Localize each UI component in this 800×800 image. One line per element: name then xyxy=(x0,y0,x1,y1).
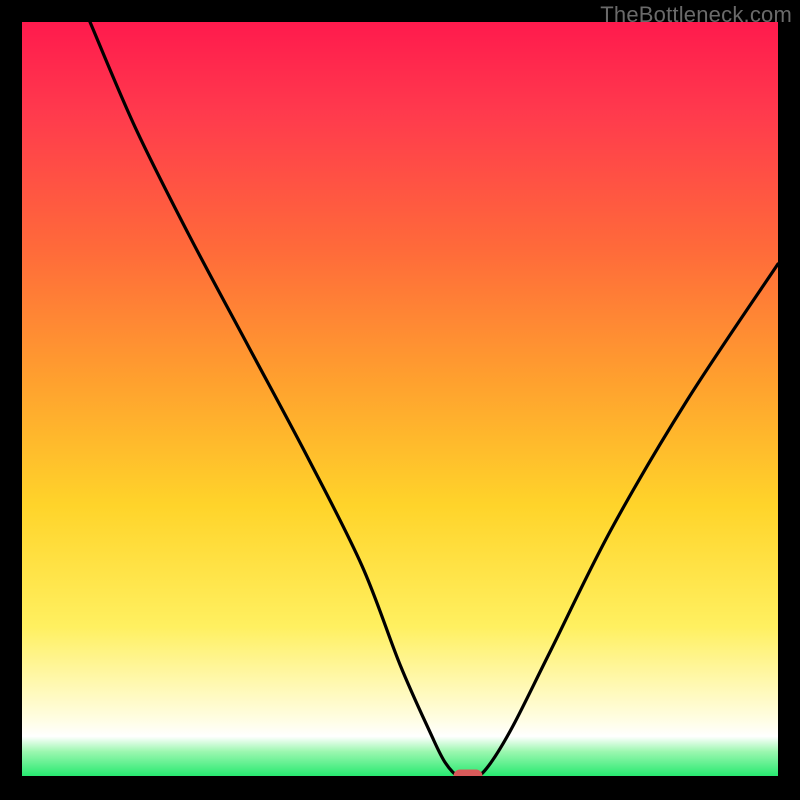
plot-area xyxy=(22,22,778,778)
chart-frame: TheBottleneck.com xyxy=(0,0,800,800)
bottleneck-curve xyxy=(90,22,778,778)
curve-layer xyxy=(22,22,778,778)
